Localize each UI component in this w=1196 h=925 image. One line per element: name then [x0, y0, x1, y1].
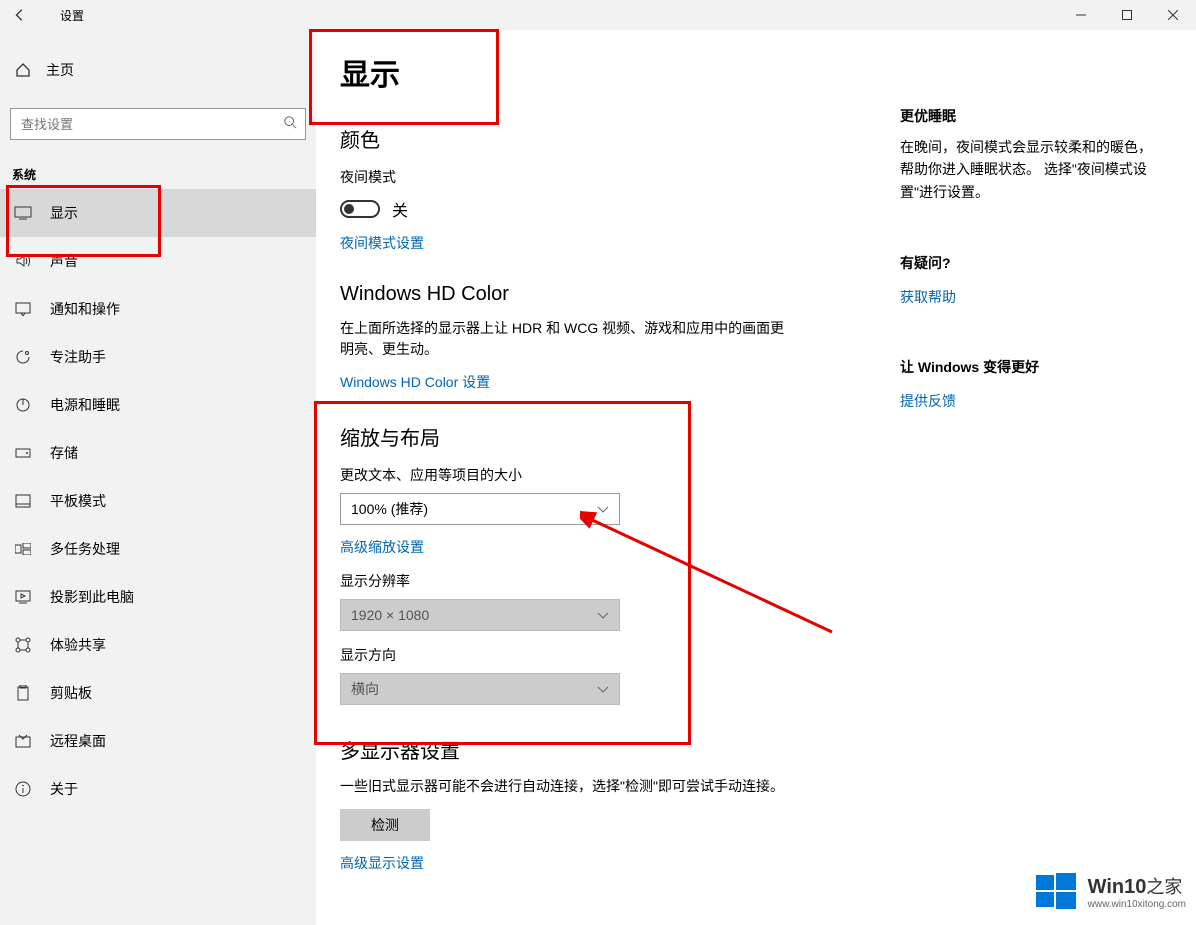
orientation-value: 横向 [351, 679, 379, 699]
sidebar-item-label: 通知和操作 [50, 299, 120, 319]
night-mode-toggle[interactable] [340, 200, 380, 218]
sidebar-item-label: 投影到此电脑 [50, 587, 134, 607]
sidebar-item-label: 专注助手 [50, 347, 106, 367]
watermark: Win10之家 www.win10xitong.com [1034, 869, 1186, 913]
scale-label: 更改文本、应用等项目的大小 [340, 465, 900, 485]
main-panel: 显示 颜色 夜间模式 关 夜间模式设置 Windows HD Color 在上面… [340, 50, 900, 925]
power-icon [14, 396, 32, 414]
sidebar-item-remote[interactable]: 远程桌面 [0, 717, 316, 765]
sidebar-item-power[interactable]: 电源和睡眠 [0, 381, 316, 429]
sidebar-item-about[interactable]: 关于 [0, 765, 316, 813]
sidebar-item-label: 平板模式 [50, 491, 106, 511]
display-icon [14, 204, 32, 222]
hdcolor-link[interactable]: Windows HD Color 设置 [340, 372, 490, 392]
sidebar-home[interactable]: 主页 [0, 50, 316, 90]
windows-logo-icon [1034, 869, 1078, 913]
close-button[interactable] [1150, 0, 1196, 30]
resolution-dropdown[interactable]: 1920 × 1080 [340, 599, 620, 631]
notification-icon [14, 300, 32, 318]
scale-value: 100% (推荐) [351, 499, 428, 519]
watermark-url: www.win10xitong.com [1088, 899, 1186, 910]
sound-icon [14, 252, 32, 270]
sidebar-item-label: 存储 [50, 443, 78, 463]
right-panel: 更优睡眠 在晚间，夜间模式会显示较柔和的暖色，帮助你进入睡眠状态。 选择"夜间模… [900, 50, 1160, 925]
sidebar-item-label: 远程桌面 [50, 731, 106, 751]
sidebar-item-label: 多任务处理 [50, 539, 120, 559]
sidebar-item-share[interactable]: 体验共享 [0, 621, 316, 669]
scale-dropdown[interactable]: 100% (推荐) [340, 493, 620, 525]
sidebar-item-clipboard[interactable]: 剪贴板 [0, 669, 316, 717]
maximize-icon [1122, 10, 1132, 20]
maximize-button[interactable] [1104, 0, 1150, 30]
sidebar-item-display[interactable]: 显示 [0, 189, 316, 237]
hdcolor-desc: 在上面所选择的显示器上让 HDR 和 WCG 视频、游戏和应用中的画面更明亮、更… [340, 318, 790, 360]
night-mode-link[interactable]: 夜间模式设置 [340, 233, 424, 253]
section-color: 颜色 [340, 124, 900, 153]
sidebar-item-label: 体验共享 [50, 635, 106, 655]
remote-icon [14, 732, 32, 750]
page-title: 显示 [340, 50, 900, 94]
sidebar-item-label: 关于 [50, 779, 78, 799]
sleep-heading: 更优睡眠 [900, 106, 1160, 126]
resolution-label: 显示分辨率 [340, 571, 900, 591]
home-icon [14, 61, 32, 79]
sidebar-item-storage[interactable]: 存储 [0, 429, 316, 477]
info-icon [14, 780, 32, 798]
clipboard-icon [14, 684, 32, 702]
watermark-suffix: 之家 [1146, 877, 1182, 897]
sidebar-item-label: 剪贴板 [50, 683, 92, 703]
focus-icon [14, 348, 32, 366]
project-icon [14, 588, 32, 606]
multimonitor-desc: 一些旧式显示器可能不会进行自动连接，选择"检测"即可尝试手动连接。 [340, 776, 790, 797]
sidebar-section-label: 系统 [12, 166, 316, 183]
search-icon [283, 115, 297, 134]
section-scale: 缩放与布局 [340, 422, 900, 451]
sidebar-item-focus[interactable]: 专注助手 [0, 333, 316, 381]
section-hdcolor: Windows HD Color [340, 283, 900, 306]
sidebar-item-project[interactable]: 投影到此电脑 [0, 573, 316, 621]
sidebar-item-sound[interactable]: 声音 [0, 237, 316, 285]
titlebar: 设置 [0, 0, 1196, 30]
chevron-down-icon [597, 681, 609, 697]
sidebar-item-multitask[interactable]: 多任务处理 [0, 525, 316, 573]
scale-advanced-link[interactable]: 高级缩放设置 [340, 537, 424, 557]
help-heading: 有疑问? [900, 253, 1160, 273]
search-box[interactable] [10, 108, 306, 140]
orientation-label: 显示方向 [340, 645, 900, 665]
sidebar-item-tablet[interactable]: 平板模式 [0, 477, 316, 525]
storage-icon [14, 444, 32, 462]
arrow-left-icon [13, 8, 27, 22]
chevron-down-icon [597, 607, 609, 623]
chevron-down-icon [597, 501, 609, 517]
sidebar-home-label: 主页 [46, 60, 74, 80]
close-icon [1168, 10, 1178, 20]
resolution-value: 1920 × 1080 [351, 607, 429, 623]
sidebar-item-label: 显示 [50, 203, 78, 223]
night-mode-state: 关 [392, 197, 408, 221]
tablet-icon [14, 492, 32, 510]
minimize-icon [1076, 10, 1086, 20]
feedback-link[interactable]: 提供反馈 [900, 391, 956, 411]
advanced-display-link[interactable]: 高级显示设置 [340, 853, 424, 873]
sidebar: 主页 系统 显示 声音 通知和操作 [0, 30, 316, 925]
watermark-brand: Win10 [1088, 876, 1147, 898]
better-heading: 让 Windows 变得更好 [900, 357, 1160, 377]
back-button[interactable] [0, 0, 40, 30]
search-input[interactable] [21, 117, 283, 132]
night-mode-label: 夜间模式 [340, 167, 900, 187]
sleep-desc: 在晚间，夜间模式会显示较柔和的暖色，帮助你进入睡眠状态。 选择"夜间模式设置"进… [900, 136, 1160, 203]
window-title: 设置 [60, 7, 84, 24]
detect-button[interactable]: 检测 [340, 809, 430, 841]
sidebar-item-label: 电源和睡眠 [50, 395, 120, 415]
share-icon [14, 636, 32, 654]
sidebar-item-label: 声音 [50, 251, 78, 271]
minimize-button[interactable] [1058, 0, 1104, 30]
get-help-link[interactable]: 获取帮助 [900, 287, 956, 307]
section-multimonitor: 多显示器设置 [340, 735, 900, 764]
sidebar-item-notifications[interactable]: 通知和操作 [0, 285, 316, 333]
orientation-dropdown[interactable]: 横向 [340, 673, 620, 705]
multitask-icon [14, 540, 32, 558]
